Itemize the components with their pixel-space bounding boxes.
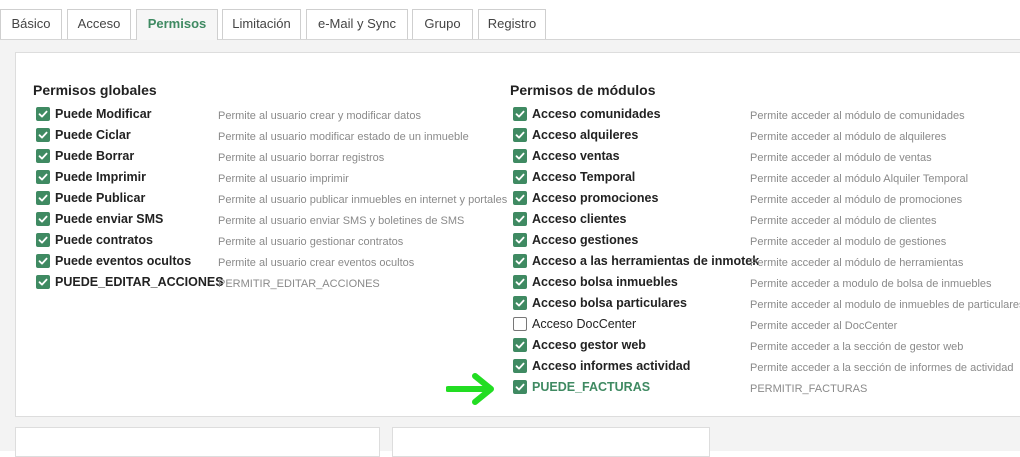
permission-row-acceso-bolsa-inmuebles: Acceso bolsa inmuebles Permite acceder a … <box>0 273 1020 294</box>
bottom-panel-right <box>392 427 710 457</box>
permission-label[interactable]: Acceso Temporal <box>532 168 635 186</box>
tab-email-sync[interactable]: e-Mail y Sync <box>306 9 408 39</box>
check-icon <box>515 173 525 181</box>
permission-row-acceso-bolsa-particulares: Acceso bolsa particulares Permite acceder… <box>0 294 1020 315</box>
permission-label[interactable]: Acceso DocCenter <box>532 315 636 333</box>
checkbox-puede-facturas[interactable] <box>513 380 527 394</box>
tab-grupo[interactable]: Grupo <box>412 9 473 39</box>
permission-row-puede-facturas: PUEDE_FACTURAS PERMITIR_FACTURAS <box>0 378 1020 399</box>
permission-row-acceso-promociones: Acceso promociones Permite acceder al mód… <box>0 189 1020 210</box>
permission-description: Permite acceder al módulo de clientes <box>750 215 937 227</box>
permission-label[interactable]: Acceso promociones <box>532 189 658 207</box>
tab-basico[interactable]: Básico <box>0 9 62 39</box>
permission-description: Permite acceder al DocCenter <box>750 320 898 332</box>
checkbox-acceso-gestiones[interactable] <box>513 233 527 247</box>
checkbox-acceso-comunidades[interactable] <box>513 107 527 121</box>
permission-label[interactable]: PUEDE_FACTURAS <box>532 378 650 396</box>
permission-row-acceso-gestor-web: Acceso gestor web Permite acceder a la se… <box>0 336 1020 357</box>
permission-description: Permite acceder al módulo de comunidades <box>750 110 965 122</box>
permission-description: Permite acceder al modulo de inmuebles d… <box>750 299 1020 311</box>
check-icon <box>515 236 525 244</box>
global-permissions-title: Permisos globales <box>33 82 157 98</box>
permission-description: Permite acceder a la sección de informes… <box>750 362 1014 374</box>
module-permissions-title: Permisos de módulos <box>510 82 656 98</box>
tab-bar: Básico Acceso Permisos Limitación e-Mail… <box>0 0 1020 40</box>
permission-description: Permite acceder al módulo de alquileres <box>750 131 947 143</box>
permission-label[interactable]: Acceso bolsa inmuebles <box>532 273 678 291</box>
checkbox-acceso-promociones[interactable] <box>513 191 527 205</box>
permission-row-acceso-gestiones: Acceso gestiones Permite acceder al modul… <box>0 231 1020 252</box>
arrow-right-icon <box>446 373 494 405</box>
check-icon <box>515 194 525 202</box>
tab-permisos[interactable]: Permisos <box>136 9 218 40</box>
checkbox-acceso-gestor-web[interactable] <box>513 338 527 352</box>
tab-limitacion[interactable]: Limitación <box>222 9 301 39</box>
tab-registro[interactable]: Registro <box>478 9 546 39</box>
permission-description: Permite acceder a la sección de gestor w… <box>750 341 964 353</box>
permission-row-acceso-alquileres: Acceso alquileres Permite acceder al módu… <box>0 126 1020 147</box>
permission-description: Permite acceder al módulo de ventas <box>750 152 932 164</box>
permission-row-acceso-temporal: Acceso Temporal Permite acceder al módulo… <box>0 168 1020 189</box>
permission-row-acceso-doccenter: Acceso DocCenter Permite acceder al DocCe… <box>0 315 1020 336</box>
checkbox-acceso-clientes[interactable] <box>513 212 527 226</box>
permission-description: Permite acceder a modulo de bolsa de inm… <box>750 278 992 290</box>
permission-description: Permite acceder al modulo de gestiones <box>750 236 947 248</box>
permission-label[interactable]: Acceso ventas <box>532 147 620 165</box>
checkbox-acceso-doccenter[interactable] <box>513 317 527 331</box>
checkbox-acceso-temporal[interactable] <box>513 170 527 184</box>
check-icon <box>515 383 525 391</box>
permission-label[interactable]: Acceso clientes <box>532 210 627 228</box>
checkbox-acceso-bolsa-inmuebles[interactable] <box>513 275 527 289</box>
check-icon <box>515 110 525 118</box>
checkbox-acceso-ventas[interactable] <box>513 149 527 163</box>
permission-description: Permite acceder al módulo de promociones <box>750 194 963 206</box>
checkbox-acceso-informes-actividad[interactable] <box>513 359 527 373</box>
permission-row-acceso-a-las-herramientas-de-inmotek: Acceso a las herramientas de inmotek Perm… <box>0 252 1020 273</box>
permission-row-acceso-clientes: Acceso clientes Permite acceder al módulo… <box>0 210 1020 231</box>
permission-label[interactable]: Acceso bolsa particulares <box>532 294 687 312</box>
permission-row-acceso-informes-actividad: Acceso informes actividad Permite acceder… <box>0 357 1020 378</box>
check-icon <box>515 152 525 160</box>
permission-label[interactable]: Acceso alquileres <box>532 126 638 144</box>
check-icon <box>515 299 525 307</box>
permission-row-acceso-ventas: Acceso ventas Permite acceder al módulo d… <box>0 147 1020 168</box>
tab-acceso[interactable]: Acceso <box>67 9 131 39</box>
bottom-panel-left <box>15 427 380 457</box>
permission-label[interactable]: Acceso gestor web <box>532 336 646 354</box>
check-icon <box>515 257 525 265</box>
permission-description: Permite acceder al módulo de herramienta… <box>750 257 964 269</box>
permission-description: Permite acceder al módulo Alquiler Tempo… <box>750 173 969 185</box>
permission-label[interactable]: Acceso gestiones <box>532 231 638 249</box>
check-icon <box>515 131 525 139</box>
checkbox-acceso-a-las-herramientas-de-inmotek[interactable] <box>513 254 527 268</box>
permission-label[interactable]: Acceso comunidades <box>532 105 661 123</box>
permission-row-acceso-comunidades: Acceso comunidades Permite acceder al mód… <box>0 105 1020 126</box>
checkbox-acceso-bolsa-particulares[interactable] <box>513 296 527 310</box>
permission-label[interactable]: Acceso informes actividad <box>532 357 690 375</box>
check-icon <box>515 341 525 349</box>
checkbox-acceso-alquileres[interactable] <box>513 128 527 142</box>
check-icon <box>515 215 525 223</box>
check-icon <box>515 362 525 370</box>
check-icon <box>515 278 525 286</box>
permission-label[interactable]: Acceso a las herramientas de inmotek <box>532 252 759 270</box>
permission-description: PERMITIR_FACTURAS <box>750 383 868 395</box>
